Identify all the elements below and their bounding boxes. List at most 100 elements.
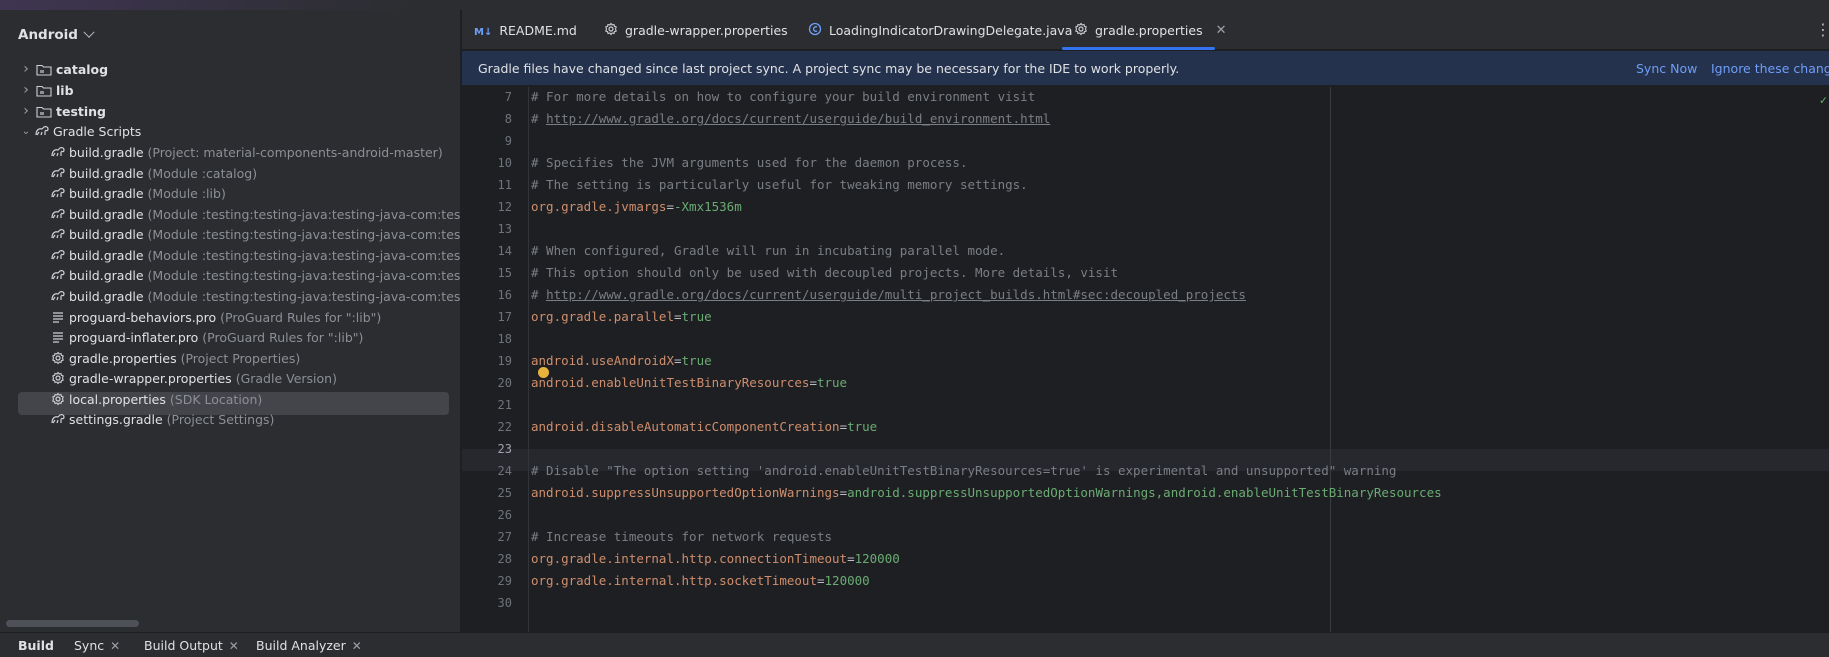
tree-item[interactable]: local.properties (SDK Location) [50, 388, 262, 410]
gradle-icon [50, 267, 66, 283]
code-token: = [674, 309, 682, 324]
code-line: android.suppressUnsupportedOptionWarning… [531, 482, 1442, 504]
code-line: # Disable "The option setting 'android.e… [531, 460, 1396, 482]
build-tab-label: Build Analyzer [256, 638, 346, 653]
ignore-changes-link[interactable]: Ignore these changes [1711, 61, 1829, 76]
chevron-right-icon[interactable]: › [18, 103, 34, 119]
gradle-icon [50, 206, 66, 222]
line-number: 27 [497, 530, 512, 544]
tree-item-label: build.gradle [69, 165, 144, 181]
right-margin-guide [1330, 87, 1331, 632]
code-token: 120000 [824, 573, 870, 588]
code-token: true [681, 309, 712, 324]
editor-tab[interactable]: M↓ README.md [474, 10, 577, 50]
code-line: # The setting is particularly useful for… [531, 174, 1028, 196]
tree-item[interactable]: gradle-wrapper.properties (Gradle Version… [50, 367, 337, 389]
tree-item-label: lib [56, 82, 74, 98]
code-editor[interactable]: ✓ 7 # For more details on how to configur… [462, 87, 1829, 632]
code-token: # [531, 111, 547, 126]
code-token[interactable]: http://www.gradle.org/docs/current/userg… [546, 287, 1246, 302]
tree-item-hint: (Module :testing:testing-java:testing-ja… [147, 206, 461, 222]
checkmark-icon: ✓ [1819, 93, 1827, 107]
tree-item[interactable]: › catalog [18, 58, 108, 80]
line-number: 9 [504, 134, 512, 148]
editor-tab[interactable]: LoadingIndicatorDrawingDelegate.java [808, 10, 1072, 50]
code-token: android.suppressUnsupportedOptionWarning… [847, 485, 1442, 500]
tree-item[interactable]: gradle.properties (Project Properties) [50, 347, 300, 369]
more-options-icon[interactable]: ⋮ [1815, 20, 1829, 40]
code-token: org.gradle.internal.http.connectionTimeo… [531, 551, 848, 566]
line-number: 8 [504, 112, 512, 126]
close-icon[interactable]: ✕ [229, 639, 239, 653]
tree-item[interactable]: proguard-inflater.pro (ProGuard Rules for… [50, 326, 363, 348]
line-number: 24 [497, 464, 512, 478]
editor-tab[interactable]: gradle.properties ✕ [1074, 10, 1227, 50]
chevron-right-icon[interactable]: › [18, 82, 34, 98]
line-number: 23 [497, 442, 512, 456]
code-token: # When configured, Gradle will run in in… [531, 243, 1006, 258]
tree-item[interactable]: build.gradle (Module :testing:testing-jav… [50, 285, 460, 307]
tree-item-hint: (Project: material-components-android-ma… [147, 144, 443, 160]
tree-item[interactable]: settings.gradle (Project Settings) [50, 408, 274, 430]
tree-item[interactable]: build.gradle (Module :testing:testing-jav… [50, 223, 460, 245]
code-line: org.gradle.internal.http.socketTimeout=1… [531, 570, 870, 592]
tree-item[interactable]: build.gradle (Module :catalog) [50, 162, 257, 184]
editor-tab-label: README.md [499, 22, 577, 38]
gutter-divider [528, 87, 529, 632]
close-icon[interactable]: ✕ [110, 639, 120, 653]
code-token: org.gradle.parallel [531, 309, 674, 324]
code-token: true [816, 375, 848, 390]
markdown-icon: M↓ [474, 26, 493, 38]
tree-item-label: build.gradle [69, 185, 144, 201]
code-line: # http://www.gradle.org/docs/current/use… [531, 108, 1050, 130]
folder-icon [36, 63, 52, 76]
tree-item[interactable]: › lib [18, 79, 74, 101]
build-tab[interactable]: Build Analyzer ✕ [256, 633, 362, 657]
gradle-sync-banner: Gradle files have changed since last pro… [462, 51, 1829, 86]
chevron-right-icon[interactable]: › [18, 61, 34, 77]
editor-tab-label: LoadingIndicatorDrawingDelegate.java [829, 22, 1073, 38]
tree-item-label: gradle.properties [69, 350, 177, 366]
project-view-selector[interactable]: Android [18, 24, 95, 46]
build-tab[interactable]: Build [18, 633, 54, 657]
tree-item-label: build.gradle [69, 247, 144, 263]
sync-now-link[interactable]: Sync Now [1636, 61, 1697, 76]
code-line: org.gradle.parallel=true [531, 306, 712, 328]
tree-item-label: build.gradle [69, 226, 144, 242]
code-token: = [839, 419, 848, 434]
line-number: 30 [497, 596, 512, 610]
build-tab-label: Build [18, 638, 54, 653]
code-token: # [531, 287, 547, 302]
gradle-icon [50, 165, 66, 181]
editor-tab[interactable]: gradle-wrapper.properties [604, 10, 788, 50]
build-tab[interactable]: Build Output ✕ [144, 633, 239, 657]
tree-item[interactable]: build.gradle (Module :testing:testing-jav… [50, 264, 460, 286]
line-number: 13 [497, 222, 512, 236]
tree-item[interactable]: build.gradle (Module :lib) [50, 182, 226, 204]
tree-item[interactable]: build.gradle (Module :testing:testing-jav… [50, 203, 461, 225]
close-icon[interactable]: ✕ [352, 639, 362, 653]
tree-item-label: proguard-inflater.pro [69, 329, 199, 345]
code-token: android.disableAutomaticComponentCreatio… [531, 419, 840, 434]
code-token: # Disable "The option setting 'android.e… [531, 463, 1397, 478]
line-number: 26 [497, 508, 512, 522]
gradle-icon [50, 247, 66, 263]
code-token: true [681, 353, 712, 368]
close-icon[interactable]: ✕ [1216, 23, 1227, 38]
code-token: # Specifies the JVM arguments used for t… [531, 155, 968, 170]
build-tab[interactable]: Sync ✕ [74, 633, 120, 657]
project-view-label: Android [18, 27, 78, 43]
horizontal-scrollbar[interactable] [6, 620, 139, 627]
project-tool-window: Android › catalog › lib › testing ⌄ Gradle Scri… [0, 10, 461, 632]
tree-item[interactable]: › testing [18, 100, 106, 122]
code-token: org.gradle.internal.http.socketTimeout [531, 573, 817, 588]
code-token: # This option should only be used with d… [531, 265, 1118, 280]
chevron-down-icon[interactable]: ⌄ [18, 123, 34, 139]
tree-item[interactable]: proguard-behaviors.pro (ProGuard Rules fo… [50, 306, 381, 328]
tree-item[interactable]: build.gradle (Module :testing:testing-jav… [50, 244, 460, 266]
code-token[interactable]: http://www.gradle.org/docs/current/userg… [546, 111, 1050, 126]
tree-item[interactable]: ⌄ Gradle Scripts [18, 120, 142, 142]
line-number: 11 [497, 178, 512, 192]
line-number: 17 [497, 310, 512, 324]
tree-item[interactable]: build.gradle (Project: material-component… [50, 141, 443, 163]
